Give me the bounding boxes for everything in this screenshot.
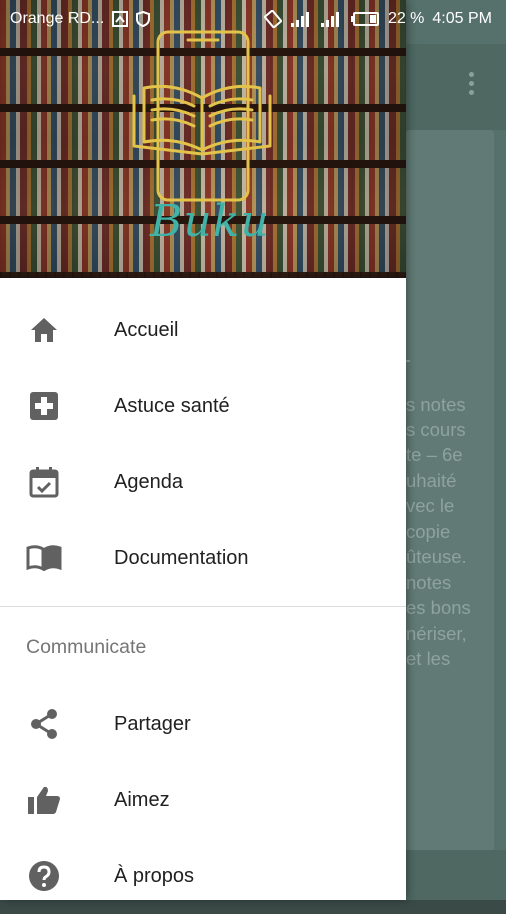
menu-item-partager[interactable]: Partager: [0, 686, 406, 762]
app-text-line: vec le: [406, 495, 455, 516]
app-text-line: copie: [406, 521, 451, 542]
book-icon: [26, 540, 62, 576]
navigation-drawer: Buku Accueil Astuce santé Agenda Documen…: [0, 0, 406, 900]
menu-item-label: Aimez: [114, 788, 170, 811]
medical-plus-icon: [26, 388, 62, 424]
calendar-check-icon: [26, 464, 62, 500]
menu-item-label: Partager: [114, 712, 191, 735]
battery-percentage: 22 %: [387, 10, 425, 27]
menu-item-label: Accueil: [114, 318, 179, 341]
app-text-line: te – 6e: [406, 444, 463, 465]
signal-icon: [320, 11, 342, 27]
menu-item-astuce-sante[interactable]: Astuce santé: [0, 368, 406, 444]
home-icon: [26, 312, 62, 348]
app-text-line: notes: [406, 572, 452, 593]
app-divider: [406, 360, 410, 362]
screenshot-icon: [112, 11, 129, 27]
menu-item-label: Astuce santé: [114, 394, 230, 417]
menu-item-label: Documentation: [114, 546, 249, 569]
app-text-line: ûteuse.: [406, 546, 467, 567]
thumb-up-icon: [26, 782, 62, 818]
app-toolbar: [406, 44, 506, 130]
app-text-line: es bons: [406, 597, 471, 618]
logo-text: Buku: [150, 196, 270, 247]
battery-icon: [350, 11, 380, 27]
rotate-icon: [264, 10, 282, 28]
app-text-line: s cours: [406, 419, 466, 440]
app-bottom-bar: [406, 850, 506, 900]
help-icon: [26, 858, 62, 894]
share-icon: [26, 706, 62, 742]
menu-item-label: À propos: [114, 864, 195, 887]
app-text-line: s notes: [406, 394, 466, 415]
carrier-label: Orange RD...: [10, 10, 105, 27]
menu-item-label: Agenda: [114, 470, 183, 493]
status-right: 22 % 4:05 PM: [264, 10, 492, 28]
clock: 4:05 PM: [432, 10, 492, 27]
menu-divider: [0, 606, 406, 607]
menu-item-documentation[interactable]: Documentation: [0, 520, 406, 596]
menu-item-aimez[interactable]: Aimez: [0, 762, 406, 838]
menu-item-a-propos[interactable]: À propos: [0, 838, 406, 914]
drawer-header: Buku: [0, 0, 406, 278]
status-bar: Orange RD... 22 % 4:05 PM: [0, 0, 506, 40]
signal-icon: [290, 11, 312, 27]
shield-icon: [136, 11, 151, 27]
status-left: Orange RD...: [10, 10, 151, 28]
overflow-menu-icon[interactable]: [466, 72, 476, 102]
section-title-communicate: Communicate: [26, 636, 147, 658]
app-text-line: et les: [406, 648, 451, 669]
app-text-line: uhaité: [406, 470, 457, 491]
menu-item-accueil[interactable]: Accueil: [0, 292, 406, 368]
menu-item-agenda[interactable]: Agenda: [0, 444, 406, 520]
app-content-text: s notes s cours te – 6e uhaité vec le co…: [406, 392, 486, 752]
app-text-line: nériser,: [406, 623, 467, 644]
